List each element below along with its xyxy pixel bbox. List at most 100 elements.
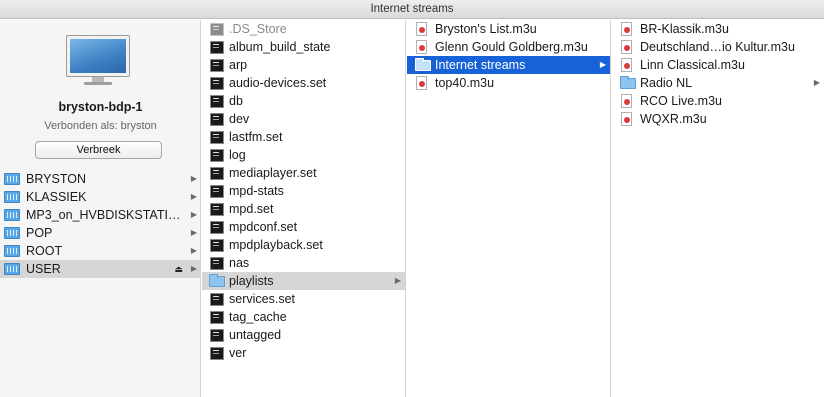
share-item-user[interactable]: USER ⏏ ▶ [0, 260, 200, 278]
network-share-icon [4, 263, 20, 275]
disconnect-button[interactable]: Verbreek [35, 141, 162, 159]
file-label: WQXR.m3u [640, 112, 707, 126]
list-item[interactable]: untagged [202, 326, 405, 344]
folder-label: Internet streams [435, 58, 526, 72]
list-item[interactable]: Internet streams ▶ [407, 56, 610, 74]
file-label: Glenn Gould Goldberg.m3u [435, 40, 588, 54]
list-item[interactable]: mpd.set [202, 200, 405, 218]
file-label: untagged [229, 328, 282, 342]
terminal-icon [210, 41, 224, 54]
list-item[interactable]: WQXR.m3u [612, 110, 824, 128]
file-label: album_build_state [229, 40, 331, 54]
folder-label: Radio NL [640, 76, 693, 90]
terminal-icon [210, 347, 224, 360]
folder-icon [415, 58, 431, 71]
share-label: POP [26, 226, 53, 240]
audio-file-icon [621, 94, 632, 108]
share-item-mp3[interactable]: MP3_on_HVBDISKSTATION_ ▶ [0, 206, 200, 224]
network-share-icon [4, 191, 20, 203]
audio-file-icon [621, 40, 632, 54]
terminal-icon [210, 221, 224, 234]
network-share-icon [4, 227, 20, 239]
terminal-icon [210, 185, 224, 198]
list-item[interactable]: lastfm.set [202, 128, 405, 146]
terminal-icon [210, 23, 224, 36]
list-item[interactable]: Radio NL ▶ [612, 74, 824, 92]
list-item[interactable]: BR-Klassik.m3u [612, 20, 824, 38]
list-item[interactable]: mpd-stats [202, 182, 405, 200]
list-item[interactable]: Bryston's List.m3u [407, 20, 610, 38]
terminal-icon [210, 239, 224, 252]
folder-icon [209, 274, 225, 287]
list-item[interactable]: .DS_Store [202, 20, 405, 38]
list-item[interactable]: Deutschland…io Kultur.m3u [612, 38, 824, 56]
file-label: .DS_Store [229, 22, 287, 36]
playlists-column: Bryston's List.m3u Glenn Gould Goldberg.… [407, 20, 611, 397]
file-label: nas [229, 256, 250, 270]
list-item[interactable]: mediaplayer.set [202, 164, 405, 182]
list-item[interactable]: top40.m3u [407, 74, 610, 92]
list-item[interactable]: nas [202, 254, 405, 272]
chevron-right-icon: ▶ [190, 192, 197, 201]
device-name: bryston-bdp-1 [58, 100, 143, 114]
audio-file-icon [416, 22, 427, 36]
share-label: MP3_on_HVBDISKSTATION_ [26, 208, 182, 222]
share-label: KLASSIEK [26, 190, 87, 204]
chevron-right-icon: ▶ [394, 276, 401, 285]
list-item[interactable]: mpdconf.set [202, 218, 405, 236]
list-item[interactable]: Glenn Gould Goldberg.m3u [407, 38, 610, 56]
eject-icon[interactable]: ⏏ [174, 260, 183, 278]
folder-label: playlists [229, 274, 274, 288]
list-item[interactable]: services.set [202, 290, 405, 308]
file-label: services.set [229, 292, 295, 306]
file-label: ver [229, 346, 247, 360]
audio-file-icon [621, 58, 632, 72]
window-title: Internet streams [0, 0, 824, 19]
network-share-icon [4, 173, 20, 185]
list-item[interactable]: Linn Classical.m3u [612, 56, 824, 74]
file-label: Bryston's List.m3u [435, 22, 537, 36]
file-label: BR-Klassik.m3u [640, 22, 729, 36]
terminal-icon [210, 59, 224, 72]
audio-file-icon [621, 22, 632, 36]
share-item-bryston[interactable]: BRYSTON ▶ [0, 170, 200, 188]
terminal-icon [210, 113, 224, 126]
file-label: Linn Classical.m3u [640, 58, 745, 72]
file-label: mpdconf.set [229, 220, 298, 234]
list-item[interactable]: mpdplayback.set [202, 236, 405, 254]
list-item[interactable]: arp [202, 56, 405, 74]
file-label: RCO Live.m3u [640, 94, 722, 108]
chevron-right-icon: ▶ [190, 264, 197, 273]
list-item[interactable]: db [202, 92, 405, 110]
audio-file-icon [416, 76, 427, 90]
list-item[interactable]: log [202, 146, 405, 164]
terminal-icon [210, 167, 224, 180]
share-label: BRYSTON [26, 172, 86, 186]
file-label: dev [229, 112, 250, 126]
folder-icon [620, 76, 636, 89]
share-list: BRYSTON ▶ KLASSIEK ▶ MP3_on_HVBDISKSTATI… [0, 170, 200, 278]
terminal-icon [210, 257, 224, 270]
network-share-icon [4, 245, 20, 257]
terminal-icon [210, 149, 224, 162]
list-item[interactable]: ver [202, 344, 405, 362]
list-item[interactable]: playlists ▶ [202, 272, 405, 290]
chevron-right-icon: ▶ [190, 246, 197, 255]
chevron-right-icon: ▶ [190, 228, 197, 237]
audio-file-icon [621, 112, 632, 126]
share-item-pop[interactable]: POP ▶ [0, 224, 200, 242]
file-label: audio-devices.set [229, 76, 327, 90]
list-item[interactable]: RCO Live.m3u [612, 92, 824, 110]
chevron-right-icon: ▶ [190, 174, 197, 183]
list-item[interactable]: album_build_state [202, 38, 405, 56]
list-item[interactable]: dev [202, 110, 405, 128]
list-item[interactable]: audio-devices.set [202, 74, 405, 92]
share-item-klassiek[interactable]: KLASSIEK ▶ [0, 188, 200, 206]
list-item[interactable]: tag_cache [202, 308, 405, 326]
file-label: db [229, 94, 243, 108]
terminal-icon [210, 311, 224, 324]
terminal-icon [210, 131, 224, 144]
share-item-root[interactable]: ROOT ▶ [0, 242, 200, 260]
file-label: mpd.set [229, 202, 274, 216]
chevron-right-icon: ▶ [813, 78, 820, 87]
